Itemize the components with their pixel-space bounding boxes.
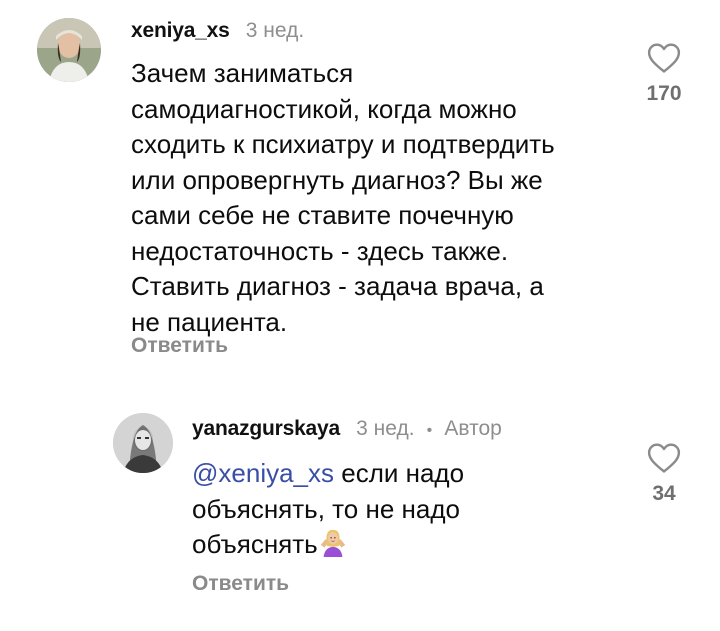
comment-line: самодиагностикой, когда можно	[131, 93, 517, 124]
mention-link[interactable]: @xeniya_xs	[192, 458, 334, 488]
reply-button[interactable]: Ответить	[131, 334, 228, 358]
author-badge: Автор	[444, 417, 502, 440]
avatar[interactable]	[37, 18, 101, 82]
woman-shrugging-emoji-icon	[320, 529, 345, 557]
like-button[interactable]: 170	[629, 42, 699, 106]
reply-comment: yanazgurskaya 3 нед. • Автор @xeniya_xs …	[0, 380, 720, 631]
comment-header: xeniya_xs 3 нед.	[131, 17, 304, 43]
comment-line: Ставить диагноз - задача врача, а	[131, 271, 544, 301]
comment: xeniya_xs 3 нед. Зачем заниматься самоди…	[0, 0, 720, 380]
username[interactable]: yanazgurskaya	[192, 417, 340, 440]
avatar[interactable]	[113, 413, 173, 473]
comment-header: yanazgurskaya 3 нед. • Автор	[192, 415, 502, 441]
comment-text: @xeniya_xs если надо объяснять, то не на…	[192, 456, 612, 563]
comment-text-part: объяснять	[192, 529, 318, 559]
comment-line: @xeniya_xs если надо	[192, 456, 612, 492]
heart-outline-icon	[647, 43, 681, 73]
reply-button[interactable]: Ответить	[192, 572, 289, 596]
comment-line: сходить к психиатру и подтвердить	[131, 129, 555, 159]
like-count: 34	[652, 482, 676, 505]
username[interactable]: xeniya_xs	[131, 19, 230, 42]
like-button[interactable]: 34	[629, 442, 699, 506]
comment-line: или опровергнуть диагноз? Вы же	[131, 164, 543, 195]
comment-line: объяснять	[192, 527, 612, 563]
like-count: 170	[646, 82, 682, 105]
comment-text-part: если надо	[334, 458, 465, 488]
separator-dot: •	[426, 422, 433, 439]
comment-line: объяснять, то не надо	[192, 493, 460, 524]
comment-line: Зачем заниматься	[131, 58, 354, 88]
timestamp: 3 нед.	[245, 19, 305, 42]
comment-line: недостаточность - здесь также.	[131, 235, 509, 266]
avatar-photo-icon	[113, 413, 173, 473]
comment-text: Зачем заниматься самодиагностикой, когда…	[131, 56, 631, 340]
comment-line: сами себе не ставите почечную	[131, 200, 514, 230]
heart-outline-icon	[647, 443, 681, 473]
timestamp: 3 нед.	[356, 417, 415, 440]
avatar-photo-icon	[37, 18, 101, 82]
